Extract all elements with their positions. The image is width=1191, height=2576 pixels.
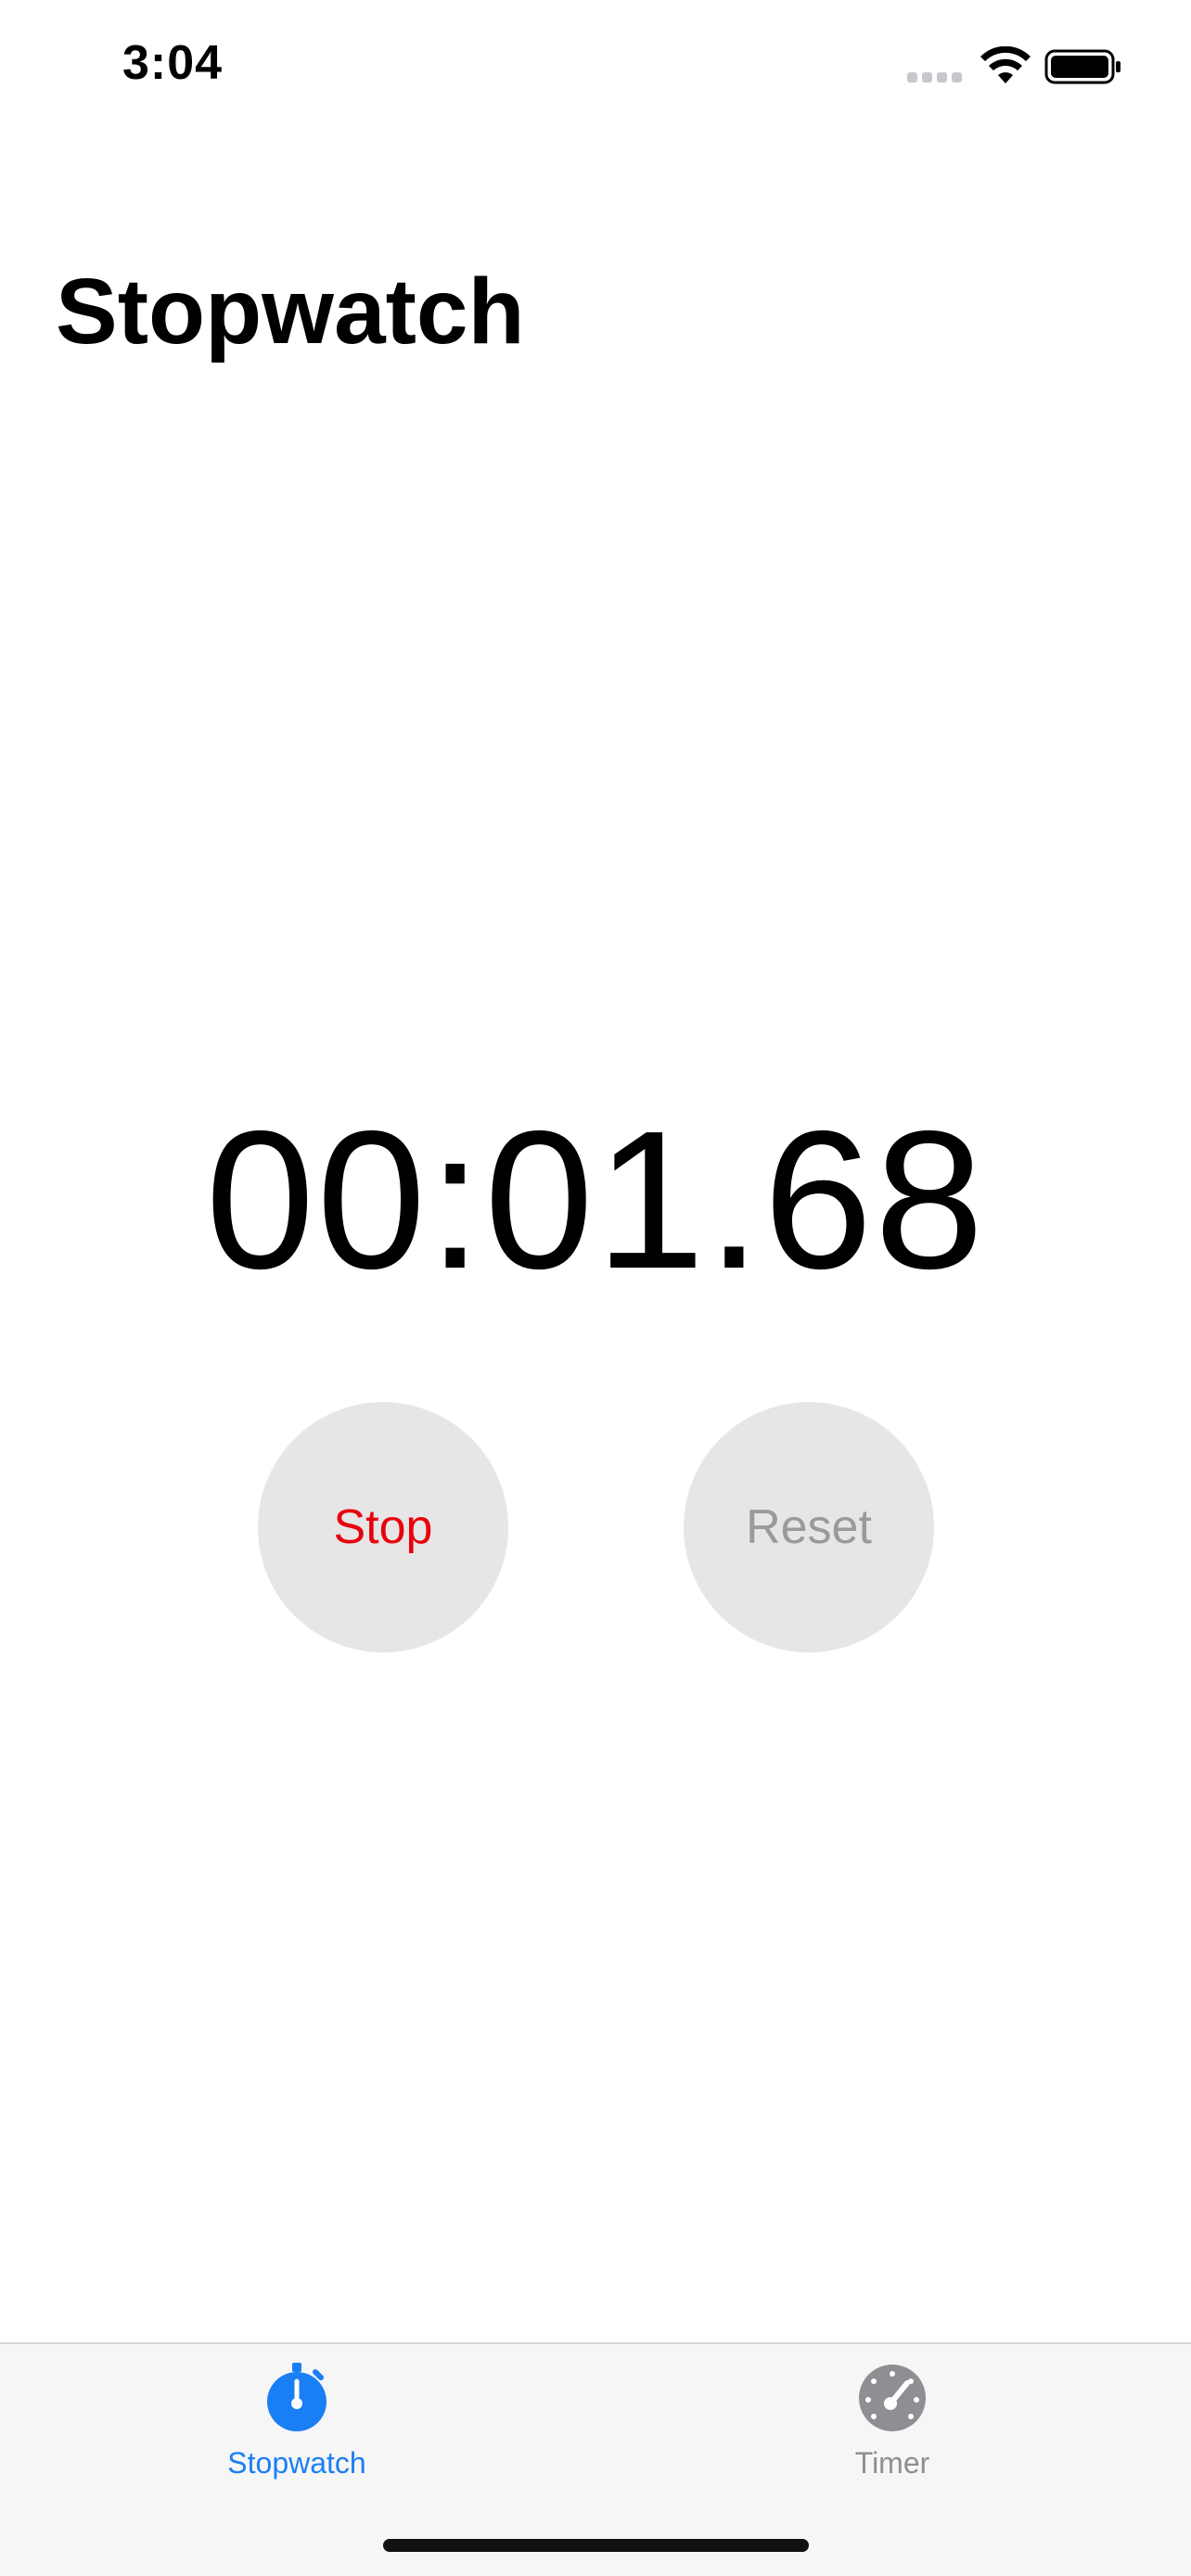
tab-timer-label: Timer — [854, 2446, 930, 2480]
timer-gauge-icon — [859, 2365, 926, 2431]
stop-button-label: Stop — [333, 1500, 433, 1554]
stopwatch-icon — [267, 2363, 327, 2431]
tab-stopwatch[interactable]: Stopwatch — [158, 2344, 436, 2502]
reset-button-label: Reset — [746, 1500, 872, 1554]
cellular-signal-icon — [907, 72, 963, 83]
reset-button[interactable]: Reset — [684, 1402, 934, 1652]
home-indicator[interactable] — [383, 2539, 809, 2552]
tab-timer[interactable]: Timer — [753, 2344, 1031, 2502]
status-time: 3:04 — [122, 36, 224, 90]
wifi-icon — [980, 46, 1031, 83]
battery-icon — [1044, 49, 1121, 84]
stop-button[interactable]: Stop — [258, 1402, 508, 1652]
status-bar: 3:04 — [0, 0, 1191, 130]
elapsed-time-display: 00:01.68 — [205, 1090, 986, 1309]
page-title: Stopwatch — [56, 260, 525, 363]
tab-stopwatch-label: Stopwatch — [227, 2446, 366, 2480]
app-screen: 3:04 Stopwatch 00:01.68 Stop Reset Stopw… — [0, 0, 1191, 2576]
